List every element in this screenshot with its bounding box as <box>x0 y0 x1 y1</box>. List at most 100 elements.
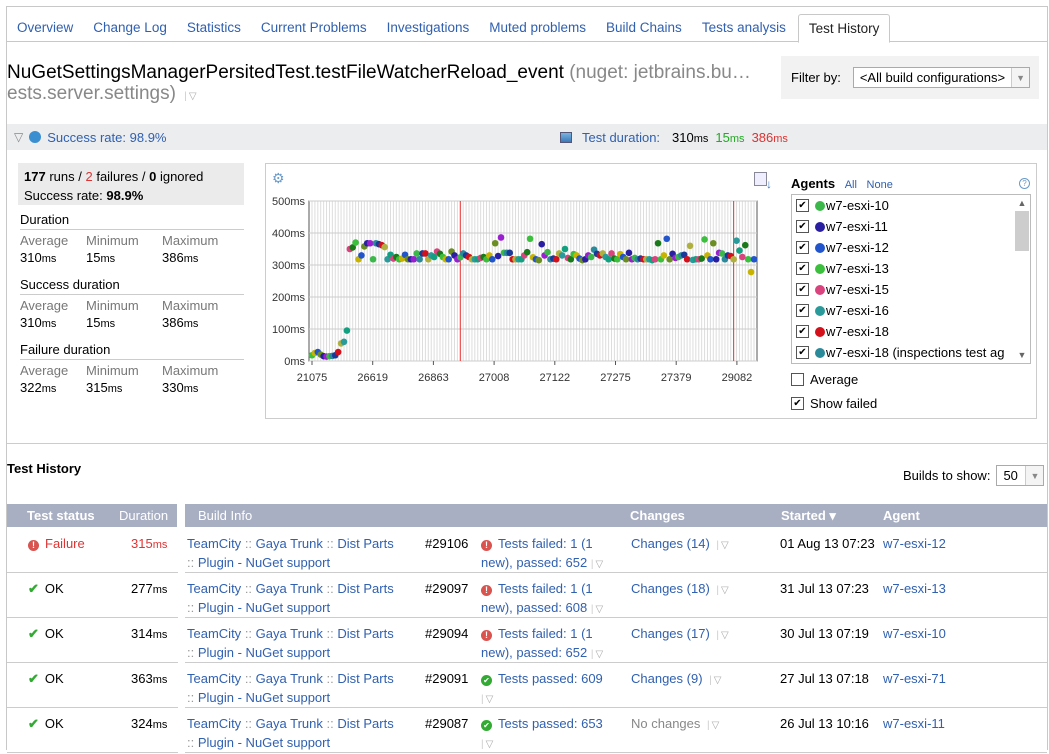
subproject-link[interactable]: Gaya Trunk <box>256 671 323 686</box>
build-number-link[interactable]: #29091 <box>425 669 468 688</box>
build-result-link-cont[interactable]: new), passed: 652 <box>481 555 587 570</box>
agent-checkbox[interactable]: ✔ <box>796 262 809 275</box>
build-result-link[interactable]: Tests failed: 1 (1 <box>498 581 593 596</box>
agent-item[interactable]: ✔ w7-esxi-12 <box>792 237 1030 258</box>
build-result-link[interactable]: Tests passed: 609 <box>498 671 603 686</box>
result-dropdown[interactable]: | ▽ <box>481 735 493 754</box>
agents-scrollbar[interactable]: ▲ ▼ <box>1014 195 1030 363</box>
tab-investigations[interactable]: Investigations <box>377 14 480 42</box>
tab-tests-analysis[interactable]: Tests analysis <box>692 14 796 42</box>
build-configuration-select[interactable]: <All build configurations> ▼ <box>852 67 1031 88</box>
agent-checkbox[interactable]: ✔ <box>796 283 809 296</box>
tab-build-chains[interactable]: Build Chains <box>596 14 692 42</box>
agent-link[interactable]: w7-esxi-12 <box>883 534 946 553</box>
scroll-thumb[interactable] <box>1015 211 1029 251</box>
build-config-link[interactable]: Plugin - NuGet support <box>198 690 330 705</box>
col-changes[interactable]: Changes <box>630 508 685 523</box>
subproject-link[interactable]: Gaya Trunk <box>256 716 323 731</box>
agent-link[interactable]: w7-esxi-71 <box>883 669 946 688</box>
agent-checkbox[interactable]: ✔ <box>796 346 809 359</box>
changes-link[interactable]: Changes (17) <box>631 626 710 641</box>
tab-muted-problems[interactable]: Muted problems <box>479 14 596 42</box>
agent-link[interactable]: w7-esxi-13 <box>883 579 946 598</box>
agent-checkbox[interactable]: ✔ <box>796 220 809 233</box>
changes-link[interactable]: Changes (14) <box>631 536 710 551</box>
col-build-info[interactable]: Build Info <box>198 508 252 523</box>
build-number-link[interactable]: #29094 <box>425 624 468 643</box>
build-result-link-cont[interactable]: new), passed: 608 <box>481 600 587 615</box>
success-rate-link[interactable]: Success rate: 98.9% <box>47 130 166 145</box>
build-config-link[interactable]: Plugin - NuGet support <box>198 645 330 660</box>
project-link[interactable]: TeamCity <box>187 716 241 731</box>
agent-checkbox[interactable]: ✔ <box>796 325 809 338</box>
col-test-status[interactable]: Test status <box>27 508 95 523</box>
changes-link[interactable]: No changes <box>631 716 700 731</box>
show-failed-checkbox[interactable]: ✔ <box>791 397 804 410</box>
agent-link[interactable]: w7-esxi-10 <box>883 624 946 643</box>
agent-item[interactable]: ✔ w7-esxi-13 <box>792 258 1030 279</box>
tab-test-history[interactable]: Test History <box>797 14 891 43</box>
build-result-link[interactable]: Tests passed: 653 <box>498 716 603 731</box>
scroll-up-icon[interactable]: ▲ <box>1014 195 1030 211</box>
col-agent[interactable]: Agent <box>883 508 920 523</box>
changes-dropdown[interactable]: | ▽ <box>707 716 719 735</box>
agent-item[interactable]: ✔ w7-esxi-18 <box>792 321 1030 342</box>
changes-dropdown[interactable]: | ▽ <box>716 581 728 600</box>
part-link[interactable]: Dist Parts <box>337 536 393 551</box>
result-dropdown[interactable]: | ▽ <box>481 690 493 709</box>
agent-item[interactable]: ✔ w7-esxi-16 <box>792 300 1030 321</box>
scroll-down-icon[interactable]: ▼ <box>1014 347 1030 363</box>
project-link[interactable]: TeamCity <box>187 581 241 596</box>
subproject-link[interactable]: Gaya Trunk <box>256 626 323 641</box>
result-dropdown[interactable]: | ▽ <box>591 600 603 619</box>
average-checkbox[interactable] <box>791 373 804 386</box>
build-number-link[interactable]: #29097 <box>425 579 468 598</box>
tab-current-problems[interactable]: Current Problems <box>251 14 377 42</box>
agent-item[interactable]: ✔ w7-esxi-11 <box>792 216 1030 237</box>
result-dropdown[interactable]: | ▽ <box>591 645 603 664</box>
tab-change-log[interactable]: Change Log <box>83 14 177 42</box>
test-actions-dropdown[interactable]: | ▽ <box>184 86 196 107</box>
part-link[interactable]: Dist Parts <box>337 671 393 686</box>
changes-link[interactable]: Changes (18) <box>631 581 710 596</box>
agent-checkbox[interactable]: ✔ <box>796 199 809 212</box>
result-dropdown[interactable]: | ▽ <box>591 555 603 574</box>
part-link[interactable]: Dist Parts <box>337 581 393 596</box>
tab-statistics[interactable]: Statistics <box>177 14 251 42</box>
col-started[interactable]: Started ▾ <box>781 508 836 524</box>
collapse-toggle-icon[interactable]: ▽ <box>14 130 23 144</box>
col-duration[interactable]: Duration <box>119 508 168 523</box>
project-link[interactable]: TeamCity <box>187 536 241 551</box>
build-result-link-cont[interactable]: new), passed: 652 <box>481 645 587 660</box>
failure-link[interactable]: Failure <box>45 536 85 551</box>
changes-dropdown[interactable]: | ▽ <box>709 671 721 690</box>
part-link[interactable]: Dist Parts <box>337 626 393 641</box>
subproject-link[interactable]: Gaya Trunk <box>256 581 323 596</box>
project-link[interactable]: TeamCity <box>187 671 241 686</box>
agents-none-link[interactable]: None <box>867 179 893 191</box>
build-number-link[interactable]: #29106 <box>425 534 468 553</box>
agent-link[interactable]: w7-esxi-11 <box>883 714 945 733</box>
build-result-link[interactable]: Tests failed: 1 (1 <box>498 536 593 551</box>
build-number-link[interactable]: #29087 <box>425 714 468 733</box>
changes-dropdown[interactable]: | ▽ <box>716 626 728 645</box>
tab-overview[interactable]: Overview <box>6 14 83 42</box>
subproject-link[interactable]: Gaya Trunk <box>256 536 323 551</box>
agents-all-link[interactable]: All <box>845 179 857 191</box>
build-config-link[interactable]: Plugin - NuGet support <box>198 735 330 750</box>
show-failed-option[interactable]: ✔ Show failed <box>791 396 877 411</box>
agent-item[interactable]: ✔ w7-esxi-15 <box>792 279 1030 300</box>
test-duration-link[interactable]: Test duration: <box>582 130 660 145</box>
part-link[interactable]: Dist Parts <box>337 716 393 731</box>
project-link[interactable]: TeamCity <box>187 626 241 641</box>
changes-dropdown[interactable]: | ▽ <box>716 536 728 555</box>
changes-link[interactable]: Changes (9) <box>631 671 703 686</box>
agent-item[interactable]: ✔ w7-esxi-18 (inspections test ag <box>792 342 1030 363</box>
agent-checkbox[interactable]: ✔ <box>796 304 809 317</box>
builds-to-show-select[interactable]: 50 ▼ <box>996 465 1045 486</box>
average-option[interactable]: Average <box>791 372 858 387</box>
build-config-link[interactable]: Plugin - NuGet support <box>198 600 330 615</box>
build-result-link[interactable]: Tests failed: 1 (1 <box>498 626 593 641</box>
build-config-link[interactable]: Plugin - NuGet support <box>198 555 330 570</box>
agent-item[interactable]: ✔ w7-esxi-10 <box>792 195 1030 216</box>
